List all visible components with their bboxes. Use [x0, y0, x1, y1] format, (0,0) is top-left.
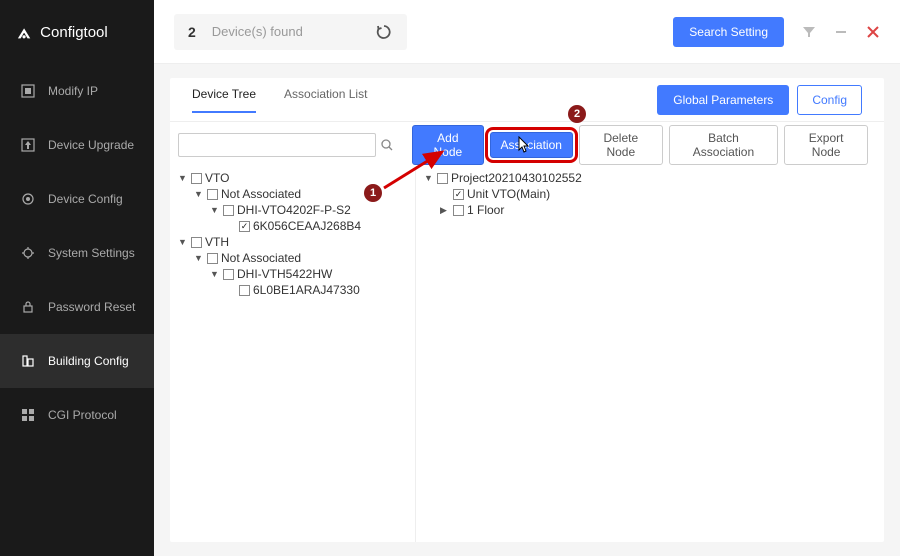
tree-label: DHI-VTH5422HW — [237, 267, 332, 281]
tree-label: Unit VTO(Main) — [467, 187, 550, 201]
topbar-right: Search Setting — [673, 17, 880, 47]
caret-icon[interactable]: ▼ — [210, 205, 220, 215]
lock-icon — [20, 299, 36, 315]
nav: Modify IP Device Upgrade Device Config S… — [0, 64, 154, 442]
filter-icon[interactable] — [802, 25, 816, 39]
checkbox[interactable] — [453, 205, 464, 216]
app-logo: ⟑ Configtool — [0, 0, 154, 64]
device-count-box: 2 Device(s) found — [174, 14, 407, 50]
device-count-value: 2 — [188, 24, 196, 40]
caret-icon[interactable]: ▶ — [440, 205, 450, 216]
nav-label: Device Upgrade — [48, 138, 134, 152]
upgrade-icon — [20, 137, 36, 153]
nav-system-settings[interactable]: System Settings — [0, 226, 154, 280]
nav-modify-ip[interactable]: Modify IP — [0, 64, 154, 118]
nav-label: CGI Protocol — [48, 408, 117, 422]
nav-password-reset[interactable]: Password Reset — [0, 280, 154, 334]
annotation-badge-1: 1 — [364, 184, 382, 202]
tree-label: 1 Floor — [467, 203, 504, 217]
refresh-icon[interactable] — [375, 23, 393, 41]
caret-icon[interactable]: ▼ — [194, 189, 204, 199]
logo-icon: ⟑ — [18, 21, 30, 44]
app-name: Configtool — [40, 24, 108, 41]
tree-label: DHI-VTO4202F-P-S2 — [237, 203, 351, 217]
tree-label: VTH — [205, 235, 229, 249]
nav-building-config[interactable]: Building Config — [0, 334, 154, 388]
tree-label: 6K056CEAAJ268B4 — [253, 219, 361, 233]
tab-association-list[interactable]: Association List — [284, 87, 367, 113]
checkbox[interactable] — [207, 253, 218, 264]
caret-icon[interactable]: ▼ — [194, 253, 204, 263]
tree-row[interactable]: ▼ DHI-VTH5422HW — [178, 266, 407, 282]
delete-node-button[interactable]: Delete Node — [579, 125, 663, 165]
search-setting-button[interactable]: Search Setting — [673, 17, 784, 47]
checkbox[interactable] — [223, 205, 234, 216]
tree-row[interactable]: ▼ Not Associated — [178, 250, 407, 266]
checkbox[interactable] — [453, 189, 464, 200]
nav-cgi-protocol[interactable]: CGI Protocol — [0, 388, 154, 442]
export-node-button[interactable]: Export Node — [784, 125, 868, 165]
toolbar: Add Node Association Delete Node Batch A… — [170, 122, 884, 168]
checkbox[interactable] — [207, 189, 218, 200]
minimize-icon[interactable] — [834, 25, 848, 39]
main: 2 Device(s) found Search Setting Device … — [154, 0, 900, 556]
tree-label: 6L0BE1ARAJ47330 — [253, 283, 360, 297]
checkbox[interactable] — [239, 285, 250, 296]
nav-label: Password Reset — [48, 300, 135, 314]
config-button[interactable]: Config — [797, 85, 862, 115]
checkbox[interactable] — [223, 269, 234, 280]
nav-label: System Settings — [48, 246, 135, 260]
project-tree: ▼Project20210430102552 ▼Unit VTO(Main) ▶… — [416, 168, 884, 542]
tree-label: Project20210430102552 — [451, 171, 582, 185]
topbar: 2 Device(s) found Search Setting — [154, 0, 900, 64]
tabbar: Device Tree Association List Global Para… — [170, 78, 884, 122]
content: Device Tree Association List Global Para… — [154, 64, 900, 556]
device-count-label: Device(s) found — [212, 24, 303, 39]
panel: Device Tree Association List Global Para… — [170, 78, 884, 542]
building-icon — [20, 353, 36, 369]
tree-row[interactable]: ▼6L0BE1ARAJ47330 — [178, 282, 407, 298]
nav-device-config[interactable]: Device Config — [0, 172, 154, 226]
grid-icon — [20, 407, 36, 423]
tree-label: VTO — [205, 171, 229, 185]
nav-label: Modify IP — [48, 84, 98, 98]
checkbox[interactable] — [239, 221, 250, 232]
nav-label: Device Config — [48, 192, 123, 206]
nav-label: Building Config — [48, 354, 129, 368]
caret-icon[interactable]: ▼ — [178, 237, 188, 247]
tree-row[interactable]: ▼6K056CEAAJ268B4 — [178, 218, 407, 234]
tree-row[interactable]: ▼ DHI-VTO4202F-P-S2 — [178, 202, 407, 218]
tab-device-tree[interactable]: Device Tree — [192, 87, 256, 113]
gear-icon — [20, 191, 36, 207]
caret-icon[interactable]: ▼ — [210, 269, 220, 279]
settings-icon — [20, 245, 36, 261]
caret-icon[interactable]: ▼ — [178, 173, 188, 183]
checkbox[interactable] — [191, 237, 202, 248]
close-icon[interactable] — [866, 25, 880, 39]
association-button[interactable]: Association — [490, 132, 573, 158]
tree-label: Not Associated — [221, 187, 301, 201]
batch-association-button[interactable]: Batch Association — [669, 125, 779, 165]
checkbox[interactable] — [191, 173, 202, 184]
tree-label: Not Associated — [221, 251, 301, 265]
tree-row[interactable]: ▼Project20210430102552 — [424, 170, 876, 186]
sidebar: ⟑ Configtool Modify IP Device Upgrade De… — [0, 0, 154, 556]
nav-device-upgrade[interactable]: Device Upgrade — [0, 118, 154, 172]
tree-row[interactable]: ▶ 1 Floor — [424, 202, 876, 218]
tree-row[interactable]: ▼Unit VTO(Main) — [424, 186, 876, 202]
annotation-arrow — [380, 146, 450, 192]
global-parameters-button[interactable]: Global Parameters — [657, 85, 789, 115]
device-tree: ▼VTO ▼Not Associated ▼DHI-VTO4202F-P-S2 … — [170, 168, 416, 542]
search-input[interactable] — [178, 133, 376, 157]
ip-icon — [20, 83, 36, 99]
trees: ▼VTO ▼Not Associated ▼DHI-VTO4202F-P-S2 … — [170, 168, 884, 542]
annotation-badge-2: 2 — [568, 105, 586, 123]
tree-row[interactable]: ▼ VTH — [178, 234, 407, 250]
